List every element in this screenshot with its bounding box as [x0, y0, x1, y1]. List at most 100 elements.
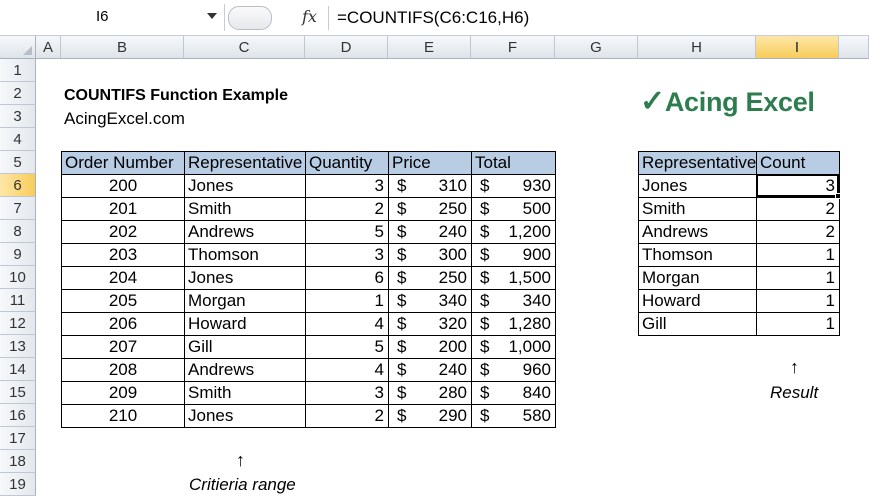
insert-function-icon[interactable]: fx	[302, 7, 317, 26]
counts-cell-rep[interactable]: Thomson	[638, 243, 757, 267]
orders-cell-qty[interactable]: 3	[305, 243, 389, 267]
orders-cell-total[interactable]: 1,280 $	[471, 312, 556, 336]
row-header-14[interactable]: 14	[0, 358, 36, 381]
orders-cell-price[interactable]: 290 $	[388, 404, 472, 428]
counts-cell-rep[interactable]: Howard	[638, 289, 757, 313]
row-header-2[interactable]: 2	[0, 82, 36, 105]
row-header-6[interactable]: 6	[0, 174, 36, 197]
column-header-b[interactable]: B	[61, 36, 184, 59]
row-header-17[interactable]: 17	[0, 427, 36, 450]
orders-cell-total[interactable]: 930 $	[471, 174, 556, 198]
orders-cell-order[interactable]: 201	[61, 197, 185, 221]
counts-cell-rep[interactable]: Andrews	[638, 220, 757, 244]
column-header-i[interactable]: I	[756, 36, 839, 59]
orders-cell-qty[interactable]: 6	[305, 266, 389, 290]
orders-cell-rep[interactable]: Gill	[184, 335, 306, 359]
orders-cell-rep[interactable]: Howard	[184, 312, 306, 336]
column-header-h[interactable]: H	[638, 36, 756, 59]
orders-cell-price[interactable]: 250 $	[388, 266, 472, 290]
row-header-19[interactable]: 19	[0, 473, 36, 496]
row-header-16[interactable]: 16	[0, 404, 36, 427]
orders-cell-qty[interactable]: 1	[305, 289, 389, 313]
orders-cell-price[interactable]: 240 $	[388, 220, 472, 244]
orders-cell-rep[interactable]: Jones	[184, 174, 306, 198]
active-cell-outline[interactable]	[756, 174, 839, 197]
orders-cell-qty[interactable]: 3	[305, 381, 389, 405]
name-box-dropdown-icon[interactable]	[207, 13, 217, 19]
counts-cell-rep[interactable]: Gill	[638, 312, 757, 336]
orders-cell-rep[interactable]: Andrews	[184, 358, 306, 382]
orders-cell-total[interactable]: 500 $	[471, 197, 556, 221]
fill-handle[interactable]	[835, 193, 841, 199]
row-header-4[interactable]: 4	[0, 128, 36, 151]
column-header-d[interactable]: D	[305, 36, 388, 59]
orders-cell-order[interactable]: 209	[61, 381, 185, 405]
select-all-corner[interactable]	[0, 36, 36, 59]
orders-cell-rep[interactable]: Andrews	[184, 220, 306, 244]
column-header-e[interactable]: E	[388, 36, 471, 59]
row-header-13[interactable]: 13	[0, 335, 36, 358]
orders-cell-order[interactable]: 203	[61, 243, 185, 267]
counts-cell-count[interactable]: 1	[756, 289, 840, 313]
orders-cell-price[interactable]: 320 $	[388, 312, 472, 336]
counts-cell-rep[interactable]: Morgan	[638, 266, 757, 290]
counts-cell-count[interactable]: 1	[756, 312, 840, 336]
row-header-10[interactable]: 10	[0, 266, 36, 289]
orders-cell-price[interactable]: 280 $	[388, 381, 472, 405]
row-header-9[interactable]: 9	[0, 243, 36, 266]
orders-cell-total[interactable]: 1,000 $	[471, 335, 556, 359]
orders-cell-qty[interactable]: 4	[305, 358, 389, 382]
orders-cell-total[interactable]: 1,500 $	[471, 266, 556, 290]
orders-cell-total[interactable]: 340 $	[471, 289, 556, 313]
row-header-12[interactable]: 12	[0, 312, 36, 335]
orders-cell-order[interactable]: 200	[61, 174, 185, 198]
orders-cell-total[interactable]: 840 $	[471, 381, 556, 405]
orders-cell-price[interactable]: 340 $	[388, 289, 472, 313]
orders-cell-price[interactable]: 240 $	[388, 358, 472, 382]
row-header-11[interactable]: 11	[0, 289, 36, 312]
counts-cell-count[interactable]: 2	[756, 197, 840, 221]
column-header-g[interactable]: G	[555, 36, 638, 59]
orders-cell-qty[interactable]: 2	[305, 404, 389, 428]
counts-cell-count[interactable]: 1	[756, 266, 840, 290]
orders-cell-order[interactable]: 210	[61, 404, 185, 428]
row-header-8[interactable]: 8	[0, 220, 36, 243]
row-header-5[interactable]: 5	[0, 151, 36, 174]
counts-cell-count[interactable]: 1	[756, 243, 840, 267]
row-header-15[interactable]: 15	[0, 381, 36, 404]
orders-cell-price[interactable]: 250 $	[388, 197, 472, 221]
name-box[interactable]: I6	[0, 4, 225, 31]
orders-cell-price[interactable]: 310 $	[388, 174, 472, 198]
orders-cell-total[interactable]: 1,200 $	[471, 220, 556, 244]
orders-cell-qty[interactable]: 4	[305, 312, 389, 336]
row-header-1[interactable]: 1	[0, 59, 36, 82]
orders-cell-order[interactable]: 207	[61, 335, 185, 359]
orders-cell-qty[interactable]: 2	[305, 197, 389, 221]
column-header-c[interactable]: C	[184, 36, 305, 59]
row-header-7[interactable]: 7	[0, 197, 36, 220]
orders-cell-order[interactable]: 206	[61, 312, 185, 336]
orders-cell-qty[interactable]: 3	[305, 174, 389, 198]
formula-controls[interactable]	[228, 6, 272, 30]
orders-cell-rep[interactable]: Smith	[184, 381, 306, 405]
formula-input[interactable]: =COUNTIFS(C6:C16,H6)	[328, 6, 858, 30]
orders-cell-total[interactable]: 900 $	[471, 243, 556, 267]
column-header-a[interactable]: A	[36, 36, 61, 59]
orders-cell-order[interactable]: 202	[61, 220, 185, 244]
orders-cell-rep[interactable]: Jones	[184, 404, 306, 428]
orders-cell-order[interactable]: 208	[61, 358, 185, 382]
orders-cell-price[interactable]: 300 $	[388, 243, 472, 267]
orders-cell-price[interactable]: 200 $	[388, 335, 472, 359]
column-header-f[interactable]: F	[471, 36, 555, 59]
orders-cell-order[interactable]: 205	[61, 289, 185, 313]
orders-cell-rep[interactable]: Morgan	[184, 289, 306, 313]
orders-cell-qty[interactable]: 5	[305, 335, 389, 359]
orders-cell-total[interactable]: 960 $	[471, 358, 556, 382]
orders-cell-rep[interactable]: Thomson	[184, 243, 306, 267]
orders-cell-order[interactable]: 204	[61, 266, 185, 290]
orders-cell-rep[interactable]: Jones	[184, 266, 306, 290]
counts-cell-rep[interactable]: Jones	[638, 174, 757, 198]
row-header-3[interactable]: 3	[0, 105, 36, 128]
counts-cell-count[interactable]: 2	[756, 220, 840, 244]
counts-cell-rep[interactable]: Smith	[638, 197, 757, 221]
